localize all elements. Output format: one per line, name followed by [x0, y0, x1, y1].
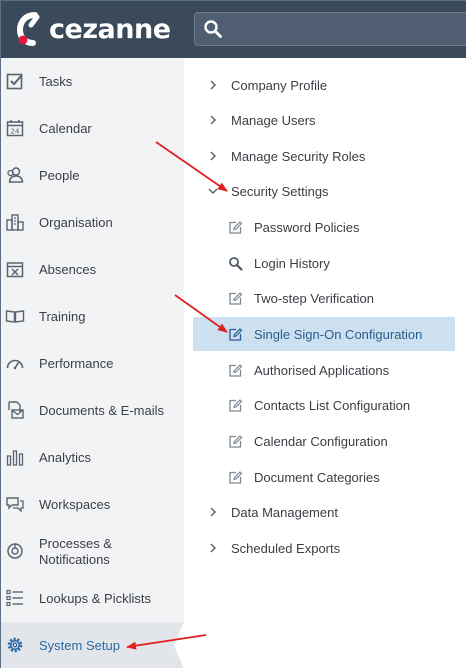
checkbox-icon — [6, 73, 23, 90]
top-header: cezanne — [1, 1, 466, 58]
calendar-icon: 24 — [6, 120, 24, 137]
menu-item-label: Two-step Verification — [254, 290, 374, 306]
sidebar-item-absences[interactable]: Absences — [1, 246, 184, 293]
sidebar-item-label: Calendar — [39, 120, 92, 136]
list-icon — [6, 589, 23, 607]
global-search-input[interactable] — [194, 12, 466, 46]
sidebar-item-documents-emails[interactable]: Documents & E-mails — [1, 387, 184, 434]
edit-icon — [229, 364, 243, 377]
sidebar-item-analytics[interactable]: Analytics — [1, 434, 184, 481]
edit-icon — [229, 328, 243, 341]
sidebar-item-label: Analytics — [39, 449, 92, 465]
chevron-right-icon — [210, 543, 216, 553]
menu-item-label: Manage Security Roles — [231, 148, 366, 164]
absences-calendar-icon — [6, 262, 24, 278]
sidebar-item-people[interactable]: People — [1, 152, 184, 199]
menu-item-label: Login History — [254, 255, 330, 271]
sidebar-item-calendar[interactable]: 24 Calendar — [1, 105, 184, 152]
sidebar-item-label: Performance — [39, 355, 114, 371]
chevron-right-icon — [210, 507, 216, 517]
sidebar-item-label: Workspaces — [39, 496, 111, 512]
processes-icon — [7, 543, 23, 559]
svg-text:24: 24 — [11, 128, 20, 136]
menu-item-label: Manage Users — [231, 112, 316, 128]
sidebar-item-label: System Setup — [39, 637, 120, 653]
sidebar-item-organisation[interactable]: Organisation — [1, 199, 184, 246]
sidebar-item-training[interactable]: Training — [1, 293, 184, 340]
menu-item-contacts-list-configuration[interactable]: Contacts List Configuration — [184, 388, 466, 422]
menu-item-label: Contacts List Configuration — [254, 397, 411, 413]
chevron-right-icon — [210, 151, 216, 161]
menu-item-document-categories[interactable]: Document Categories — [184, 460, 466, 494]
chevron-right-icon — [210, 80, 216, 90]
menu-item-data-management[interactable]: Data Management — [184, 495, 466, 529]
menu-item-password-policies[interactable]: Password Policies — [184, 210, 466, 244]
menu-item-authorised-applications[interactable]: Authorised Applications — [184, 353, 466, 387]
menu-item-manage-security-roles[interactable]: Manage Security Roles — [184, 139, 466, 173]
gear-icon — [7, 637, 23, 653]
gauge-icon — [6, 359, 24, 370]
sidebar-item-label: People — [39, 167, 80, 183]
edit-icon — [229, 471, 243, 484]
documents-icon — [8, 401, 24, 419]
system-setup-panel: Company Profile Manage Users Manage Secu… — [184, 58, 466, 668]
sidebar-item-label: Tasks — [39, 73, 73, 89]
menu-item-label: Scheduled Exports — [231, 540, 341, 556]
menu-item-manage-users[interactable]: Manage Users — [184, 103, 466, 137]
edit-icon — [229, 292, 243, 305]
chat-bubbles-icon — [6, 497, 24, 513]
edit-icon — [229, 435, 243, 448]
edit-icon — [229, 221, 243, 234]
sidebar-item-label: Training — [39, 308, 86, 324]
sidebar-item-label: Lookups & Picklists — [39, 590, 151, 606]
menu-item-label: Calendar Configuration — [254, 433, 388, 449]
menu-item-label: Company Profile — [231, 77, 328, 93]
cezanne-logo-mark-icon — [16, 12, 40, 46]
chevron-right-icon — [210, 115, 216, 125]
search-icon — [229, 257, 243, 271]
menu-item-security-settings[interactable]: Security Settings — [184, 174, 466, 208]
organisation-icon — [6, 214, 24, 231]
menu-item-calendar-configuration[interactable]: Calendar Configuration — [184, 424, 466, 458]
sidebar-item-label: Processes & Notifications — [39, 535, 112, 567]
search-icon — [204, 20, 222, 38]
sidebar-item-label: Absences — [39, 261, 97, 277]
chevron-down-icon — [208, 188, 218, 194]
edit-icon — [229, 399, 243, 412]
brand-name: cezanne — [49, 13, 171, 45]
main-sidebar: Tasks 24 Calendar People Organisation Ab… — [1, 58, 184, 668]
book-icon — [5, 310, 25, 323]
sidebar-item-lookups-picklists[interactable]: Lookups & Picklists — [1, 575, 184, 622]
sidebar-item-system-setup[interactable]: System Setup — [1, 622, 184, 668]
sidebar-item-label: Organisation — [39, 214, 113, 230]
sidebar-item-label: Documents & E-mails — [39, 402, 164, 418]
menu-item-login-history[interactable]: Login History — [184, 246, 466, 280]
sidebar-item-workspaces[interactable]: Workspaces — [1, 481, 184, 528]
menu-item-scheduled-exports[interactable]: Scheduled Exports — [184, 531, 466, 565]
sidebar-item-tasks[interactable]: Tasks — [1, 58, 184, 105]
menu-item-two-step-verification[interactable]: Two-step Verification — [184, 281, 466, 315]
menu-item-label: Data Management — [231, 504, 338, 520]
active-indicator-notch — [174, 622, 184, 668]
people-icon — [7, 167, 24, 183]
sidebar-item-processes-notifications[interactable]: Processes & Notifications — [1, 528, 184, 575]
menu-item-single-sign-on-configuration[interactable]: Single Sign-On Configuration — [184, 317, 466, 351]
menu-item-label: Security Settings — [231, 183, 329, 199]
sidebar-item-performance[interactable]: Performance — [1, 340, 184, 387]
menu-item-label: Single Sign-On Configuration — [254, 326, 423, 342]
menu-item-label: Password Policies — [254, 219, 360, 235]
menu-item-company-profile[interactable]: Company Profile — [184, 68, 466, 102]
bar-chart-icon — [6, 450, 24, 466]
menu-item-label: Document Categories — [254, 469, 380, 485]
menu-item-label: Authorised Applications — [254, 362, 390, 378]
app-window: cezanne Tasks 24 Calendar People Organis… — [0, 0, 466, 668]
cezanne-logo[interactable]: cezanne — [15, 9, 171, 49]
